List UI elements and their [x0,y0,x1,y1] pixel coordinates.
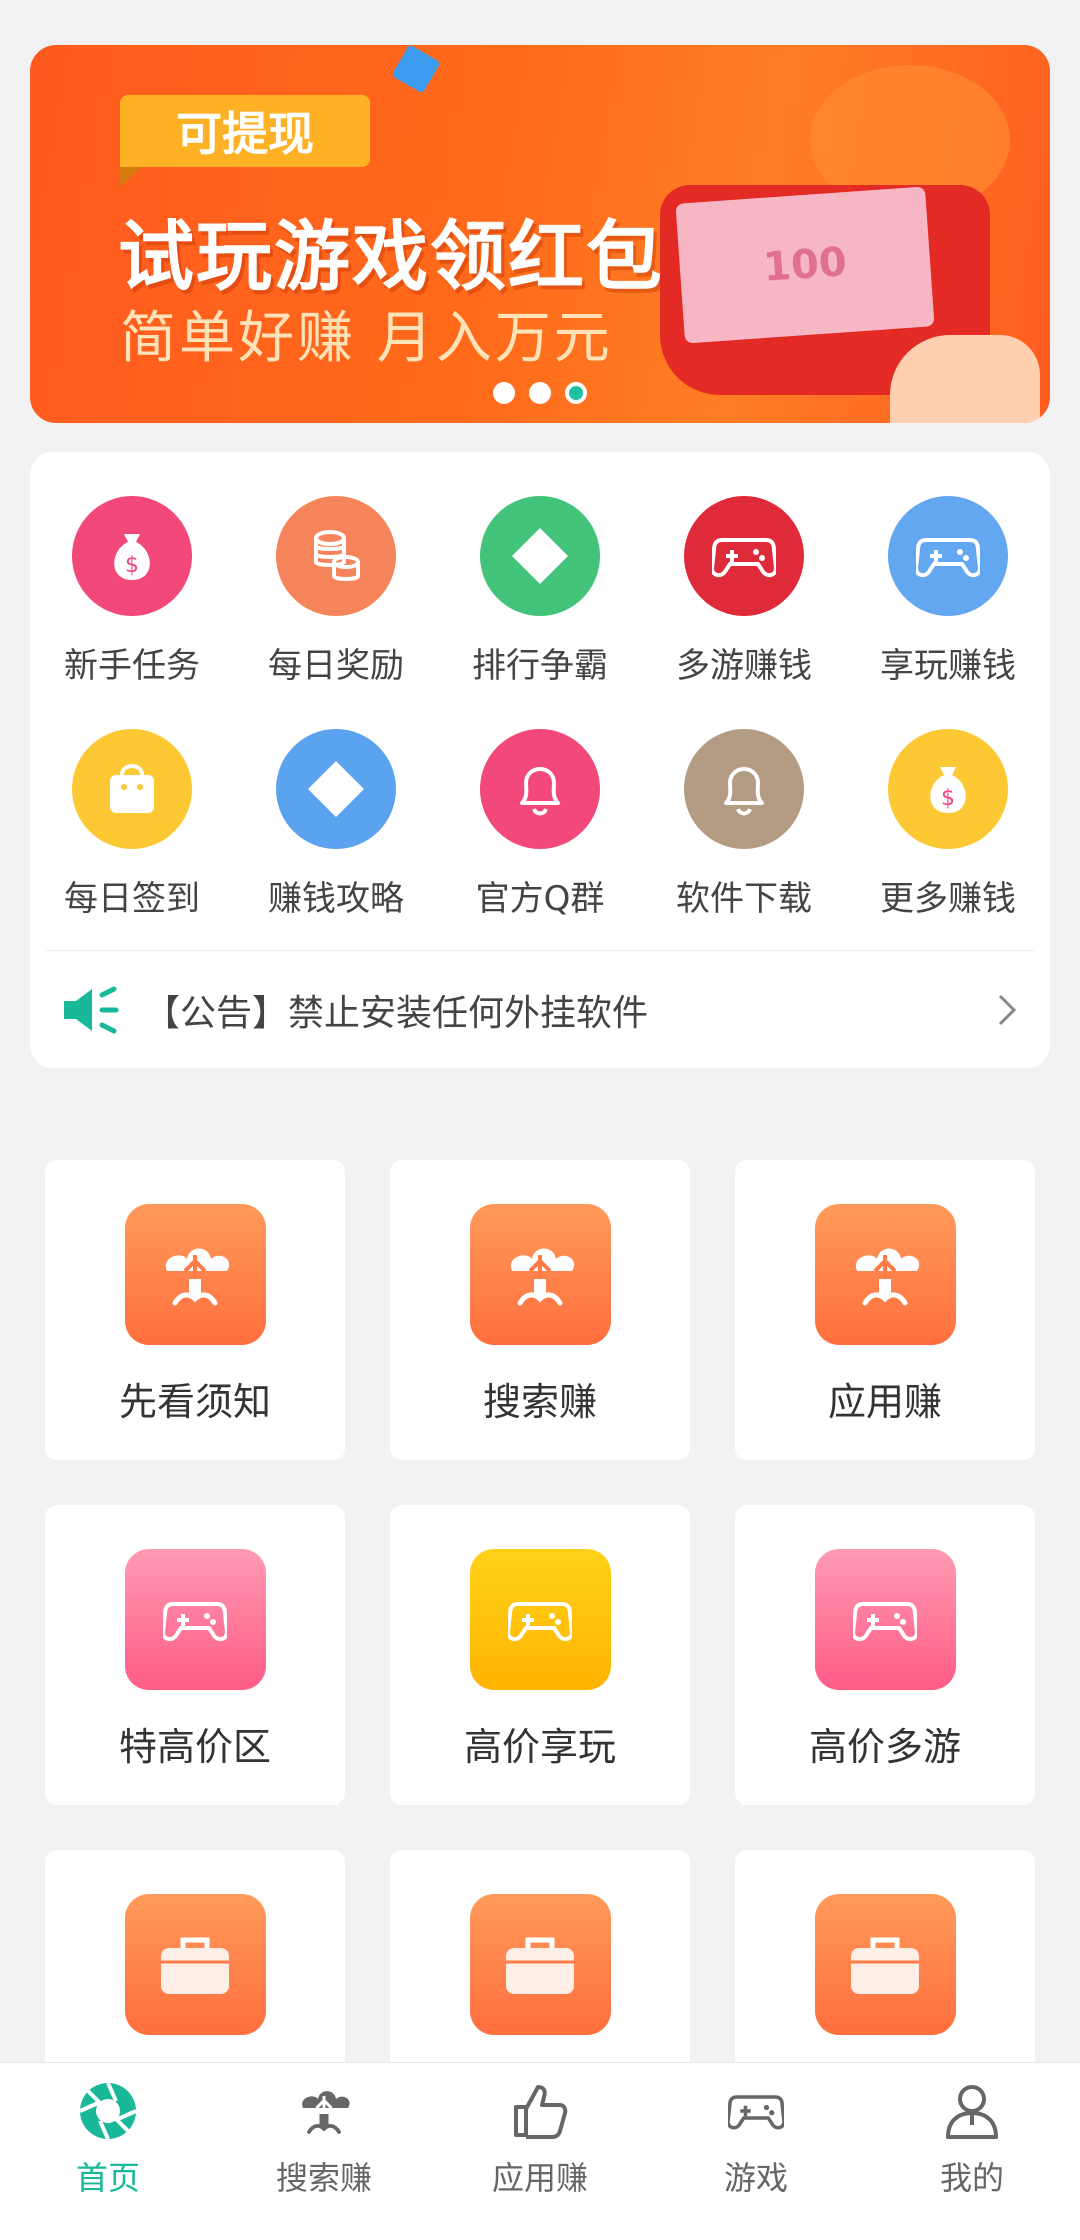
feature-tile-label: 搜索赚 [482,1380,597,1424]
notice-text: 【公告】禁止安装任何外挂软件 [144,993,649,1034]
quick-menu-label: 每日签到 [64,879,200,919]
coins-icon [276,496,396,616]
feature-tile-label: 高价享玩 [463,1725,616,1769]
quick-menu-item[interactable]: 每日奖励 [234,496,438,687]
nav-label: 应用赚 [491,2159,588,2197]
money-bag-icon: $ [888,729,1008,849]
quick-menu-item[interactable]: 多游赚钱 [642,496,846,687]
feature-tile-label: 应用赚 [827,1380,942,1424]
hand-illustration [890,335,1040,423]
quick-menu-item[interactable]: $ 更多赚钱 [846,729,1050,920]
gamepad-icon [469,1549,611,1690]
banner-tag: 可提现 [120,95,370,187]
diamond-icon [276,729,396,849]
nav-item[interactable]: 我的 [864,2063,1080,2240]
bottom-navigation: 首页 搜索赚 应用赚 游戏 我的 [0,2062,1080,2240]
nav-label: 我的 [939,2159,1004,2197]
speaker-icon [64,986,119,1034]
feature-tile[interactable]: 特高价区 [45,1505,345,1805]
feature-tile-label: 先看须知 [118,1380,271,1424]
quick-menu-label: 赚钱攻略 [268,879,404,919]
gamepad-icon [724,2079,788,2143]
gem-decoration [391,45,441,94]
pagination-dot[interactable] [529,382,551,404]
briefcase-icon [124,1894,266,2035]
banner-headline: 试玩游戏领红包 [118,212,664,301]
quick-menu-label: 更多赚钱 [880,879,1016,919]
feature-tile[interactable]: 先看须知 [45,1160,345,1460]
nav-label: 搜索赚 [275,2159,372,2197]
quick-menu-item[interactable]: 软件下载 [642,729,846,920]
thumbs-up-icon [508,2079,572,2143]
svg-text:$: $ [125,553,139,578]
nav-label: 游戏 [723,2159,788,2197]
feature-tiles: 先看须知 搜索赚 应用赚特高价区 高价享玩 高价多游 [45,1160,1035,2150]
aperture-icon [76,2079,140,2143]
quick-menu-item[interactable]: $ 新手任务 [30,496,234,687]
promo-banner[interactable]: 可提现 试玩游戏领红包 简单好赚 月入万元 100 [30,45,1050,423]
quick-menu-label: 官方Q群 [475,879,605,919]
quick-menu-item[interactable]: 赚钱攻略 [234,729,438,920]
chevron-right-icon[interactable] [996,992,1020,1028]
user-icon [940,2079,1004,2143]
banner-subline: 简单好赚 月入万元 [120,306,613,371]
quick-menu-label: 每日奖励 [268,646,404,686]
quick-menu-label: 享玩赚钱 [880,646,1016,686]
quick-menu-label: 软件下载 [676,879,812,919]
feature-tile[interactable]: 搜索赚 [390,1160,690,1460]
quick-menu-item[interactable]: 享玩赚钱 [846,496,1050,687]
nav-item[interactable]: 游戏 [648,2063,864,2240]
gamepad-icon [888,496,1008,616]
tree-icon [124,1204,266,1345]
nav-item[interactable]: 首页 [0,2063,216,2240]
tree-icon [814,1204,956,1345]
feature-tile[interactable]: 高价多游 [735,1505,1035,1805]
divider [46,950,1034,951]
tree-icon [469,1204,611,1345]
diamond-icon [480,496,600,616]
svg-text:$: $ [941,786,955,811]
money-bag-icon: $ [72,496,192,616]
quick-menu-item[interactable]: 每日签到 [30,729,234,920]
nav-item[interactable]: 搜索赚 [216,2063,432,2240]
tree-icon [292,2079,356,2143]
feature-tile-label: 高价多游 [808,1725,961,1769]
feature-tile[interactable]: 高价享玩 [390,1505,690,1805]
quick-menu-card: $ 新手任务 每日奖励 排行争霸 多游赚钱 享玩赚钱每日签到 赚钱攻略 官方Q群 软件下载 $ 更多… [30,452,1050,1068]
quick-menu-item[interactable]: 官方Q群 [438,729,642,920]
nav-label: 首页 [75,2159,140,2197]
shopping-bag-icon [72,729,192,849]
feature-tile-label: 特高价区 [118,1725,271,1769]
pagination-dot[interactable] [493,382,515,404]
pagination-dot-active[interactable] [565,382,587,404]
gamepad-icon [684,496,804,616]
banknote-illustration: 100 [675,186,935,344]
bell-icon [684,729,804,849]
quick-menu-item[interactable]: 排行争霸 [438,496,642,687]
quick-menu-label: 排行争霸 [472,646,608,686]
quick-menu-grid: $ 新手任务 每日奖励 排行争霸 多游赚钱 享玩赚钱每日签到 赚钱攻略 官方Q群 软件下载 $ 更多… [30,496,1050,920]
notice-bar[interactable]: 【公告】禁止安装任何外挂软件 [30,952,1050,1068]
briefcase-icon [814,1894,956,2035]
gamepad-icon [124,1549,266,1690]
nav-item[interactable]: 应用赚 [432,2063,648,2240]
feature-tile[interactable]: 应用赚 [735,1160,1035,1460]
bell-icon [480,729,600,849]
quick-menu-label: 多游赚钱 [676,646,812,686]
quick-menu-label: 新手任务 [64,646,200,686]
home-page: 可提现 试玩游戏领红包 简单好赚 月入万元 100 $ 新手任务 每日奖励 排行争霸 多… [0,0,1080,2240]
gamepad-icon [814,1549,956,1690]
banner-pagination [0,382,1080,404]
briefcase-icon [469,1894,611,2035]
